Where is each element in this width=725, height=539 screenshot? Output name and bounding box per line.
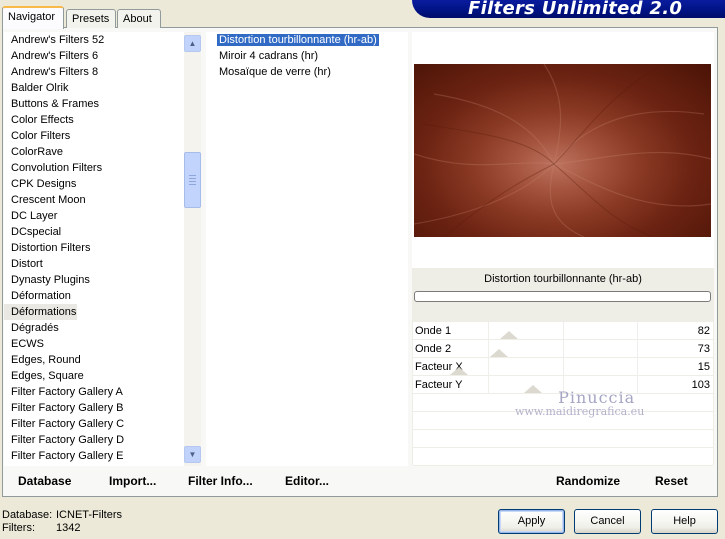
filter-item[interactable]: Mosaïque de verre (hr) <box>206 64 408 80</box>
reset-link[interactable]: Reset <box>655 474 688 488</box>
param-empty-row <box>413 448 713 466</box>
progress-bar <box>414 291 711 302</box>
filter-item-label: Mosaïque de verre (hr) <box>219 66 331 78</box>
scroll-down-button[interactable]: ▼ <box>184 446 201 463</box>
scroll-thumb[interactable] <box>184 152 201 208</box>
tab-presets[interactable]: Presets <box>66 9 116 28</box>
tab-about[interactable]: About <box>117 9 161 28</box>
status-filters-label: Filters: <box>2 522 35 534</box>
category-item[interactable]: Distort <box>4 256 184 272</box>
help-button[interactable]: Help <box>651 509 718 534</box>
param-label: Facteur Y <box>415 379 463 391</box>
category-item[interactable]: ColorRave <box>4 144 184 160</box>
slider-marker[interactable] <box>450 367 468 375</box>
category-item[interactable]: Filter Factory Gallery B <box>4 400 184 416</box>
category-item[interactable]: Déformations <box>4 304 77 320</box>
editor-link[interactable]: Editor... <box>285 474 329 488</box>
category-item[interactable]: DC Layer <box>4 208 184 224</box>
category-item[interactable]: Andrew's Filters 6 <box>4 48 184 64</box>
swirl-preview-icon <box>414 64 711 237</box>
filter-info-link[interactable]: Filter Info... <box>188 474 253 488</box>
current-filter-name: Distortion tourbillonnante (hr-ab) <box>484 273 642 285</box>
param-label: Onde 2 <box>415 343 452 355</box>
category-item[interactable]: Dégradés <box>4 320 184 336</box>
window-title: Filters Unlimited 2.0 <box>468 0 683 18</box>
category-item[interactable]: Edges, Round <box>4 352 184 368</box>
category-item[interactable]: Andrew's Filters 8 <box>4 64 184 80</box>
param-onde-2[interactable]: Onde 2 73 <box>413 340 713 358</box>
chevron-up-icon: ▲ <box>188 39 197 48</box>
slider-marker[interactable] <box>490 349 508 357</box>
scroll-up-button[interactable]: ▲ <box>184 35 201 52</box>
chevron-down-icon: ▼ <box>188 450 197 459</box>
randomize-link[interactable]: Randomize <box>556 474 620 488</box>
apply-button[interactable]: Apply <box>498 509 565 534</box>
category-item[interactable]: ECWS <box>4 336 184 352</box>
status-area: Database: ICNET-Filters Filters: 1342 <box>2 509 122 535</box>
param-value: 82 <box>697 325 710 337</box>
preview-image <box>414 64 711 237</box>
category-item[interactable]: Edges, Square <box>4 368 184 384</box>
filter-item-label: Distortion tourbillonnante (hr-ab) <box>217 34 379 46</box>
database-link[interactable]: Database <box>18 474 71 488</box>
param-onde-1[interactable]: Onde 1 82 <box>413 322 713 340</box>
watermark-url: www.maidiregrafica.eu <box>515 405 645 418</box>
category-scrollbar[interactable]: ▲ ▼ <box>184 32 201 466</box>
status-database-label: Database: <box>2 509 53 521</box>
category-item[interactable]: Color Filters <box>4 128 184 144</box>
category-item[interactable]: Convolution Filters <box>4 160 184 176</box>
category-item[interactable]: Filter Factory Gallery E <box>4 448 184 464</box>
category-item[interactable]: Dynasty Plugins <box>4 272 184 288</box>
param-empty-row <box>413 430 713 448</box>
cancel-button[interactable]: Cancel <box>574 509 641 534</box>
param-label: Onde 1 <box>415 325 452 337</box>
category-item[interactable]: Crescent Moon <box>4 192 184 208</box>
param-value: 15 <box>697 361 710 373</box>
category-item[interactable]: CPK Designs <box>4 176 184 192</box>
category-item[interactable]: Déformation <box>4 288 184 304</box>
category-item[interactable]: DCspecial <box>4 224 184 240</box>
category-item[interactable]: Filter Factory Gallery D <box>4 432 184 448</box>
filter-list[interactable]: Distortion tourbillonnante (hr-ab) Miroir… <box>206 32 408 466</box>
tab-navigator[interactable]: Navigator <box>2 6 64 29</box>
filter-item-label: Miroir 4 cadrans (hr) <box>219 50 319 62</box>
category-item[interactable]: Balder Olrik <box>4 80 184 96</box>
param-value: 73 <box>697 343 710 355</box>
status-filters-value: 1342 <box>56 522 81 534</box>
filter-item[interactable]: Miroir 4 cadrans (hr) <box>206 48 408 64</box>
import-link[interactable]: Import... <box>109 474 156 488</box>
category-item[interactable]: Buttons & Frames <box>4 96 184 112</box>
category-item[interactable]: Filter Factory Gallery A <box>4 384 184 400</box>
category-list[interactable]: Andrew's Filters 52 Andrew's Filters 6 And… <box>4 32 184 466</box>
category-item[interactable]: Filter Factory Gallery C <box>4 416 184 432</box>
category-item[interactable]: Color Effects <box>4 112 184 128</box>
param-value: 103 <box>691 379 710 391</box>
slider-marker[interactable] <box>500 331 518 339</box>
title-banner: Filters Unlimited 2.0 <box>412 0 725 18</box>
filter-item[interactable]: Distortion tourbillonnante (hr-ab) <box>206 32 408 48</box>
status-database-value: ICNET-Filters <box>56 509 122 521</box>
category-item[interactable]: Distortion Filters <box>4 240 184 256</box>
category-item[interactable]: Andrew's Filters 52 <box>4 32 184 48</box>
watermark: Pinuccia www.maidiregrafica.eu <box>515 388 644 418</box>
